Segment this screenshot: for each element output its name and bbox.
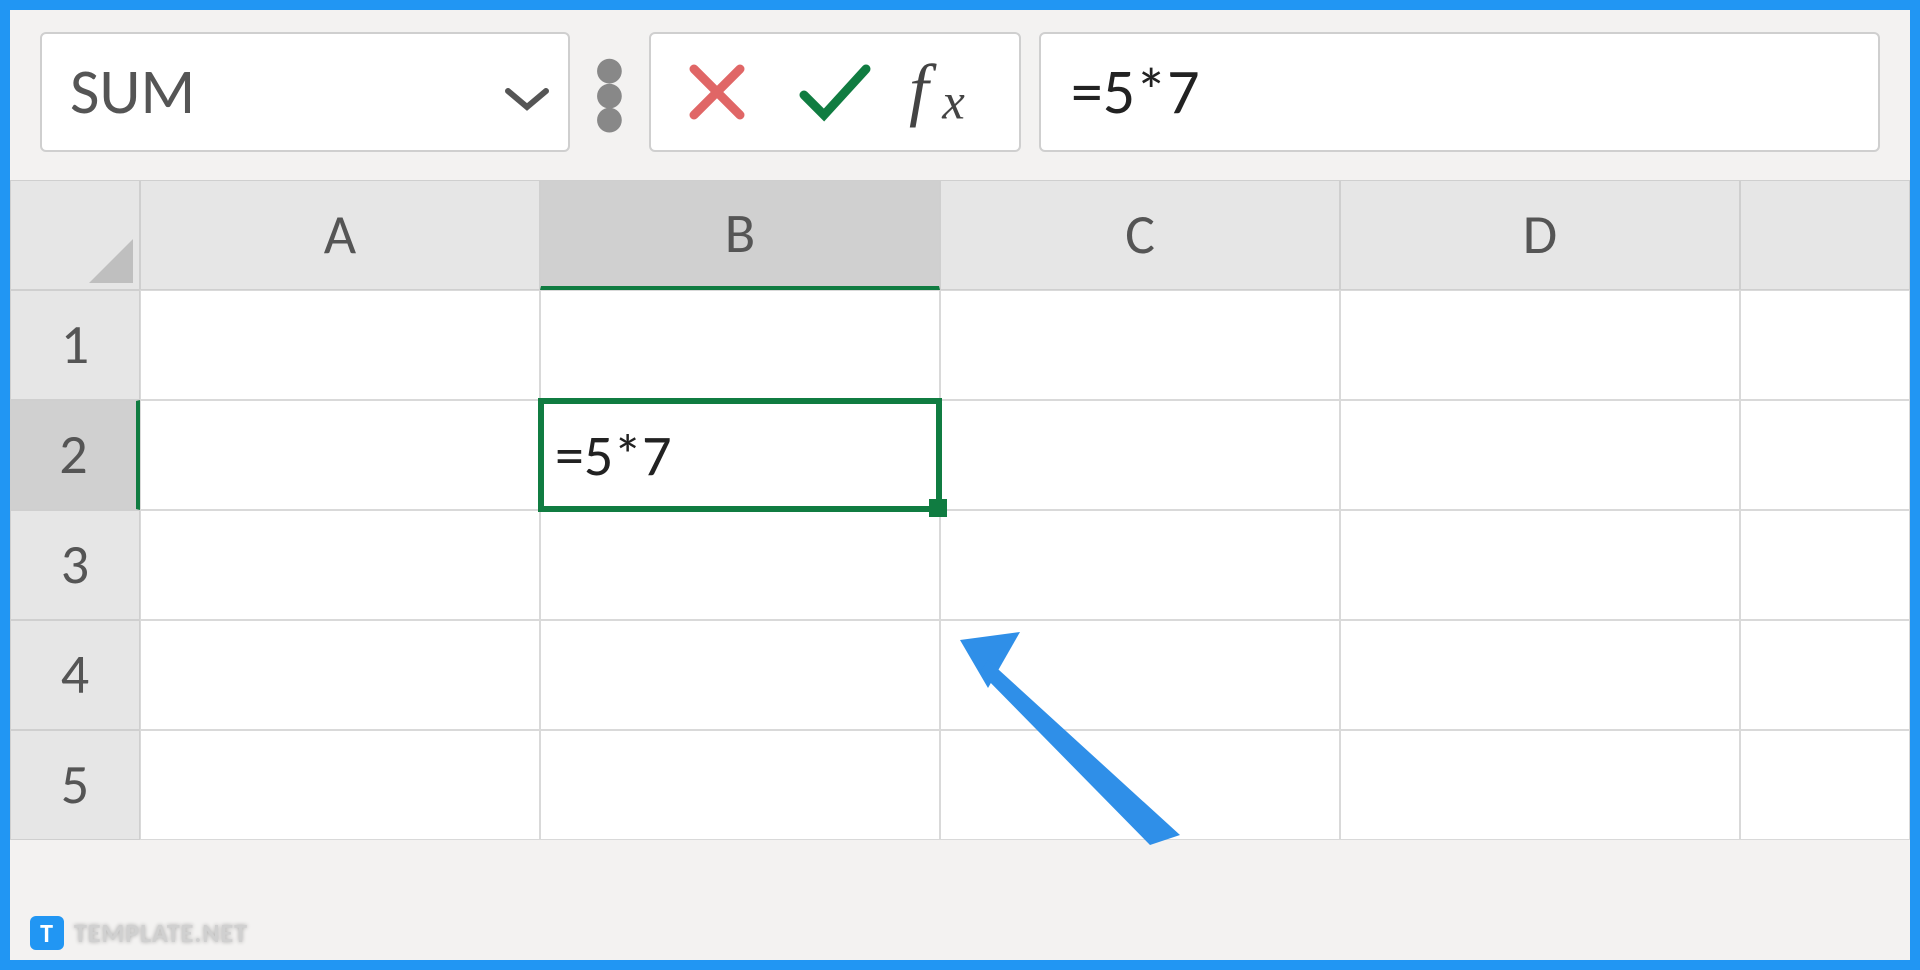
cell-C5[interactable] xyxy=(940,730,1340,840)
row-header-2[interactable]: 2 xyxy=(10,400,140,510)
confirm-icon[interactable] xyxy=(791,48,879,136)
cell-B4[interactable] xyxy=(540,620,940,730)
row-header-3[interactable]: 3 xyxy=(10,510,140,620)
select-all-corner[interactable] xyxy=(10,180,140,290)
cell-C2[interactable] xyxy=(940,400,1340,510)
watermark-badge: T xyxy=(30,916,64,950)
formula-text: =5*7 xyxy=(1071,53,1200,131)
fx-icon[interactable]: f x xyxy=(909,48,997,136)
name-box-value: SUM xyxy=(70,53,195,131)
grid: A B C D 1 2 =5*7 3 xyxy=(10,180,1910,840)
formula-input[interactable]: =5*7 xyxy=(1039,32,1880,152)
cell-A1[interactable] xyxy=(140,290,540,400)
cell-E1[interactable] xyxy=(1740,290,1910,400)
vertical-dots-icon[interactable]: ••• xyxy=(588,55,631,129)
row-header-4[interactable]: 4 xyxy=(10,620,140,730)
chevron-down-icon[interactable] xyxy=(504,53,550,131)
row-header-1[interactable]: 1 xyxy=(10,290,140,400)
cell-A4[interactable] xyxy=(140,620,540,730)
cell-A3[interactable] xyxy=(140,510,540,620)
cell-E2[interactable] xyxy=(1740,400,1910,510)
svg-text:x: x xyxy=(941,73,965,129)
cell-value: =5*7 xyxy=(555,420,672,491)
col-header-C[interactable]: C xyxy=(940,180,1340,290)
cell-D1[interactable] xyxy=(1340,290,1740,400)
formula-actions: f x xyxy=(649,32,1021,152)
fill-handle[interactable] xyxy=(929,499,947,517)
cell-E5[interactable] xyxy=(1740,730,1910,840)
cell-A5[interactable] xyxy=(140,730,540,840)
svg-text:f: f xyxy=(909,55,937,129)
cell-B2[interactable]: =5*7 xyxy=(540,400,940,510)
cell-D5[interactable] xyxy=(1340,730,1740,840)
cell-D3[interactable] xyxy=(1340,510,1740,620)
cell-B5[interactable] xyxy=(540,730,940,840)
cell-D2[interactable] xyxy=(1340,400,1740,510)
cell-C3[interactable] xyxy=(940,510,1340,620)
col-header-E[interactable] xyxy=(1740,180,1910,290)
cell-E4[interactable] xyxy=(1740,620,1910,730)
cell-C1[interactable] xyxy=(940,290,1340,400)
cell-A2[interactable] xyxy=(140,400,540,510)
col-header-D[interactable]: D xyxy=(1340,180,1740,290)
formula-bar: SUM ••• f x =5*7 xyxy=(10,10,1910,164)
worksheet: A B C D 1 2 =5*7 3 xyxy=(10,180,1910,840)
watermark-text: TEMPLATE.NET xyxy=(74,917,248,949)
cell-C4[interactable] xyxy=(940,620,1340,730)
cancel-icon[interactable] xyxy=(673,48,761,136)
watermark: T TEMPLATE.NET xyxy=(30,916,248,950)
row-header-5[interactable]: 5 xyxy=(10,730,140,840)
cell-B1[interactable] xyxy=(540,290,940,400)
app-frame: SUM ••• f x =5*7 xyxy=(0,0,1920,970)
cell-E3[interactable] xyxy=(1740,510,1910,620)
name-box[interactable]: SUM xyxy=(40,32,570,152)
cell-D4[interactable] xyxy=(1340,620,1740,730)
col-header-A[interactable]: A xyxy=(140,180,540,290)
col-header-B[interactable]: B xyxy=(540,180,940,290)
cell-B3[interactable] xyxy=(540,510,940,620)
